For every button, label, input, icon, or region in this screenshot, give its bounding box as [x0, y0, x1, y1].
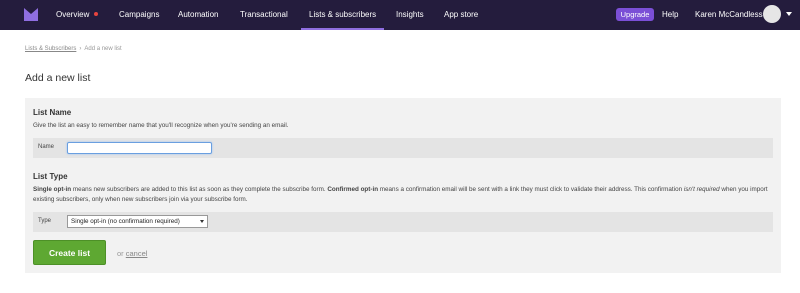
notification-dot-icon [94, 11, 99, 16]
new-list-form: List Name Give the list an easy to remem… [25, 98, 781, 273]
name-label: Name [38, 144, 55, 150]
breadcrumb-lists-link[interactable]: Lists & Subscribers [25, 46, 76, 52]
mailchimp-logo-icon[interactable] [24, 8, 38, 21]
or-text: or [117, 249, 124, 258]
breadcrumb: Lists & Subscribers › Add a new list [25, 46, 122, 52]
cancel-link[interactable]: cancel [126, 249, 148, 258]
nav-insights[interactable]: Insights [396, 0, 424, 30]
nav-app-store[interactable]: App store [444, 0, 478, 30]
not-required-term: isn't required [683, 186, 720, 193]
top-nav: Overview Campaigns Automation Transactio… [0, 0, 800, 30]
account-name[interactable]: Karen McCandless [695, 0, 763, 30]
or-cancel: or cancel [117, 249, 147, 258]
page-title: Add a new list [25, 72, 91, 84]
list-type-desc-part-1: means new subscribers are added to this … [71, 186, 328, 193]
list-type-desc-part-2: means a confirmation email will be sent … [378, 186, 684, 193]
nav-lists-subscribers[interactable]: Lists & subscribers [301, 0, 385, 30]
name-field-row: Name [33, 138, 773, 158]
list-type-select[interactable]: Single opt-in (no confirmation required) [67, 215, 208, 228]
type-label: Type [38, 218, 52, 224]
breadcrumb-current: Add a new list [84, 46, 122, 52]
confirmed-opt-in-term: Confirmed opt-in [327, 186, 379, 193]
nav-overview[interactable]: Overview [56, 0, 99, 30]
single-opt-in-term: Single opt-in [33, 186, 72, 193]
nav-campaigns[interactable]: Campaigns [119, 0, 159, 30]
list-name-description: Give the list an easy to remember name t… [33, 122, 289, 129]
list-type-description: Single opt-in means new subscribers are … [33, 185, 773, 205]
breadcrumb-separator: › [79, 46, 82, 52]
chevron-down-icon[interactable] [786, 12, 792, 16]
list-type-selected-value: Single opt-in (no confirmation required) [71, 218, 180, 225]
select-caret-icon [200, 220, 204, 223]
nav-overview-label: Overview [56, 10, 90, 19]
type-field-row: Type Single opt-in (no confirmation requ… [33, 212, 773, 232]
list-type-heading: List Type [33, 172, 68, 181]
avatar[interactable] [763, 5, 781, 23]
upgrade-button[interactable]: Upgrade [616, 8, 654, 21]
nav-transactional[interactable]: Transactional [240, 0, 288, 30]
nav-automation[interactable]: Automation [178, 0, 218, 30]
list-name-heading: List Name [33, 108, 72, 117]
create-list-button[interactable]: Create list [33, 240, 106, 265]
help-link[interactable]: Help [662, 0, 678, 30]
list-name-input[interactable] [67, 142, 212, 154]
